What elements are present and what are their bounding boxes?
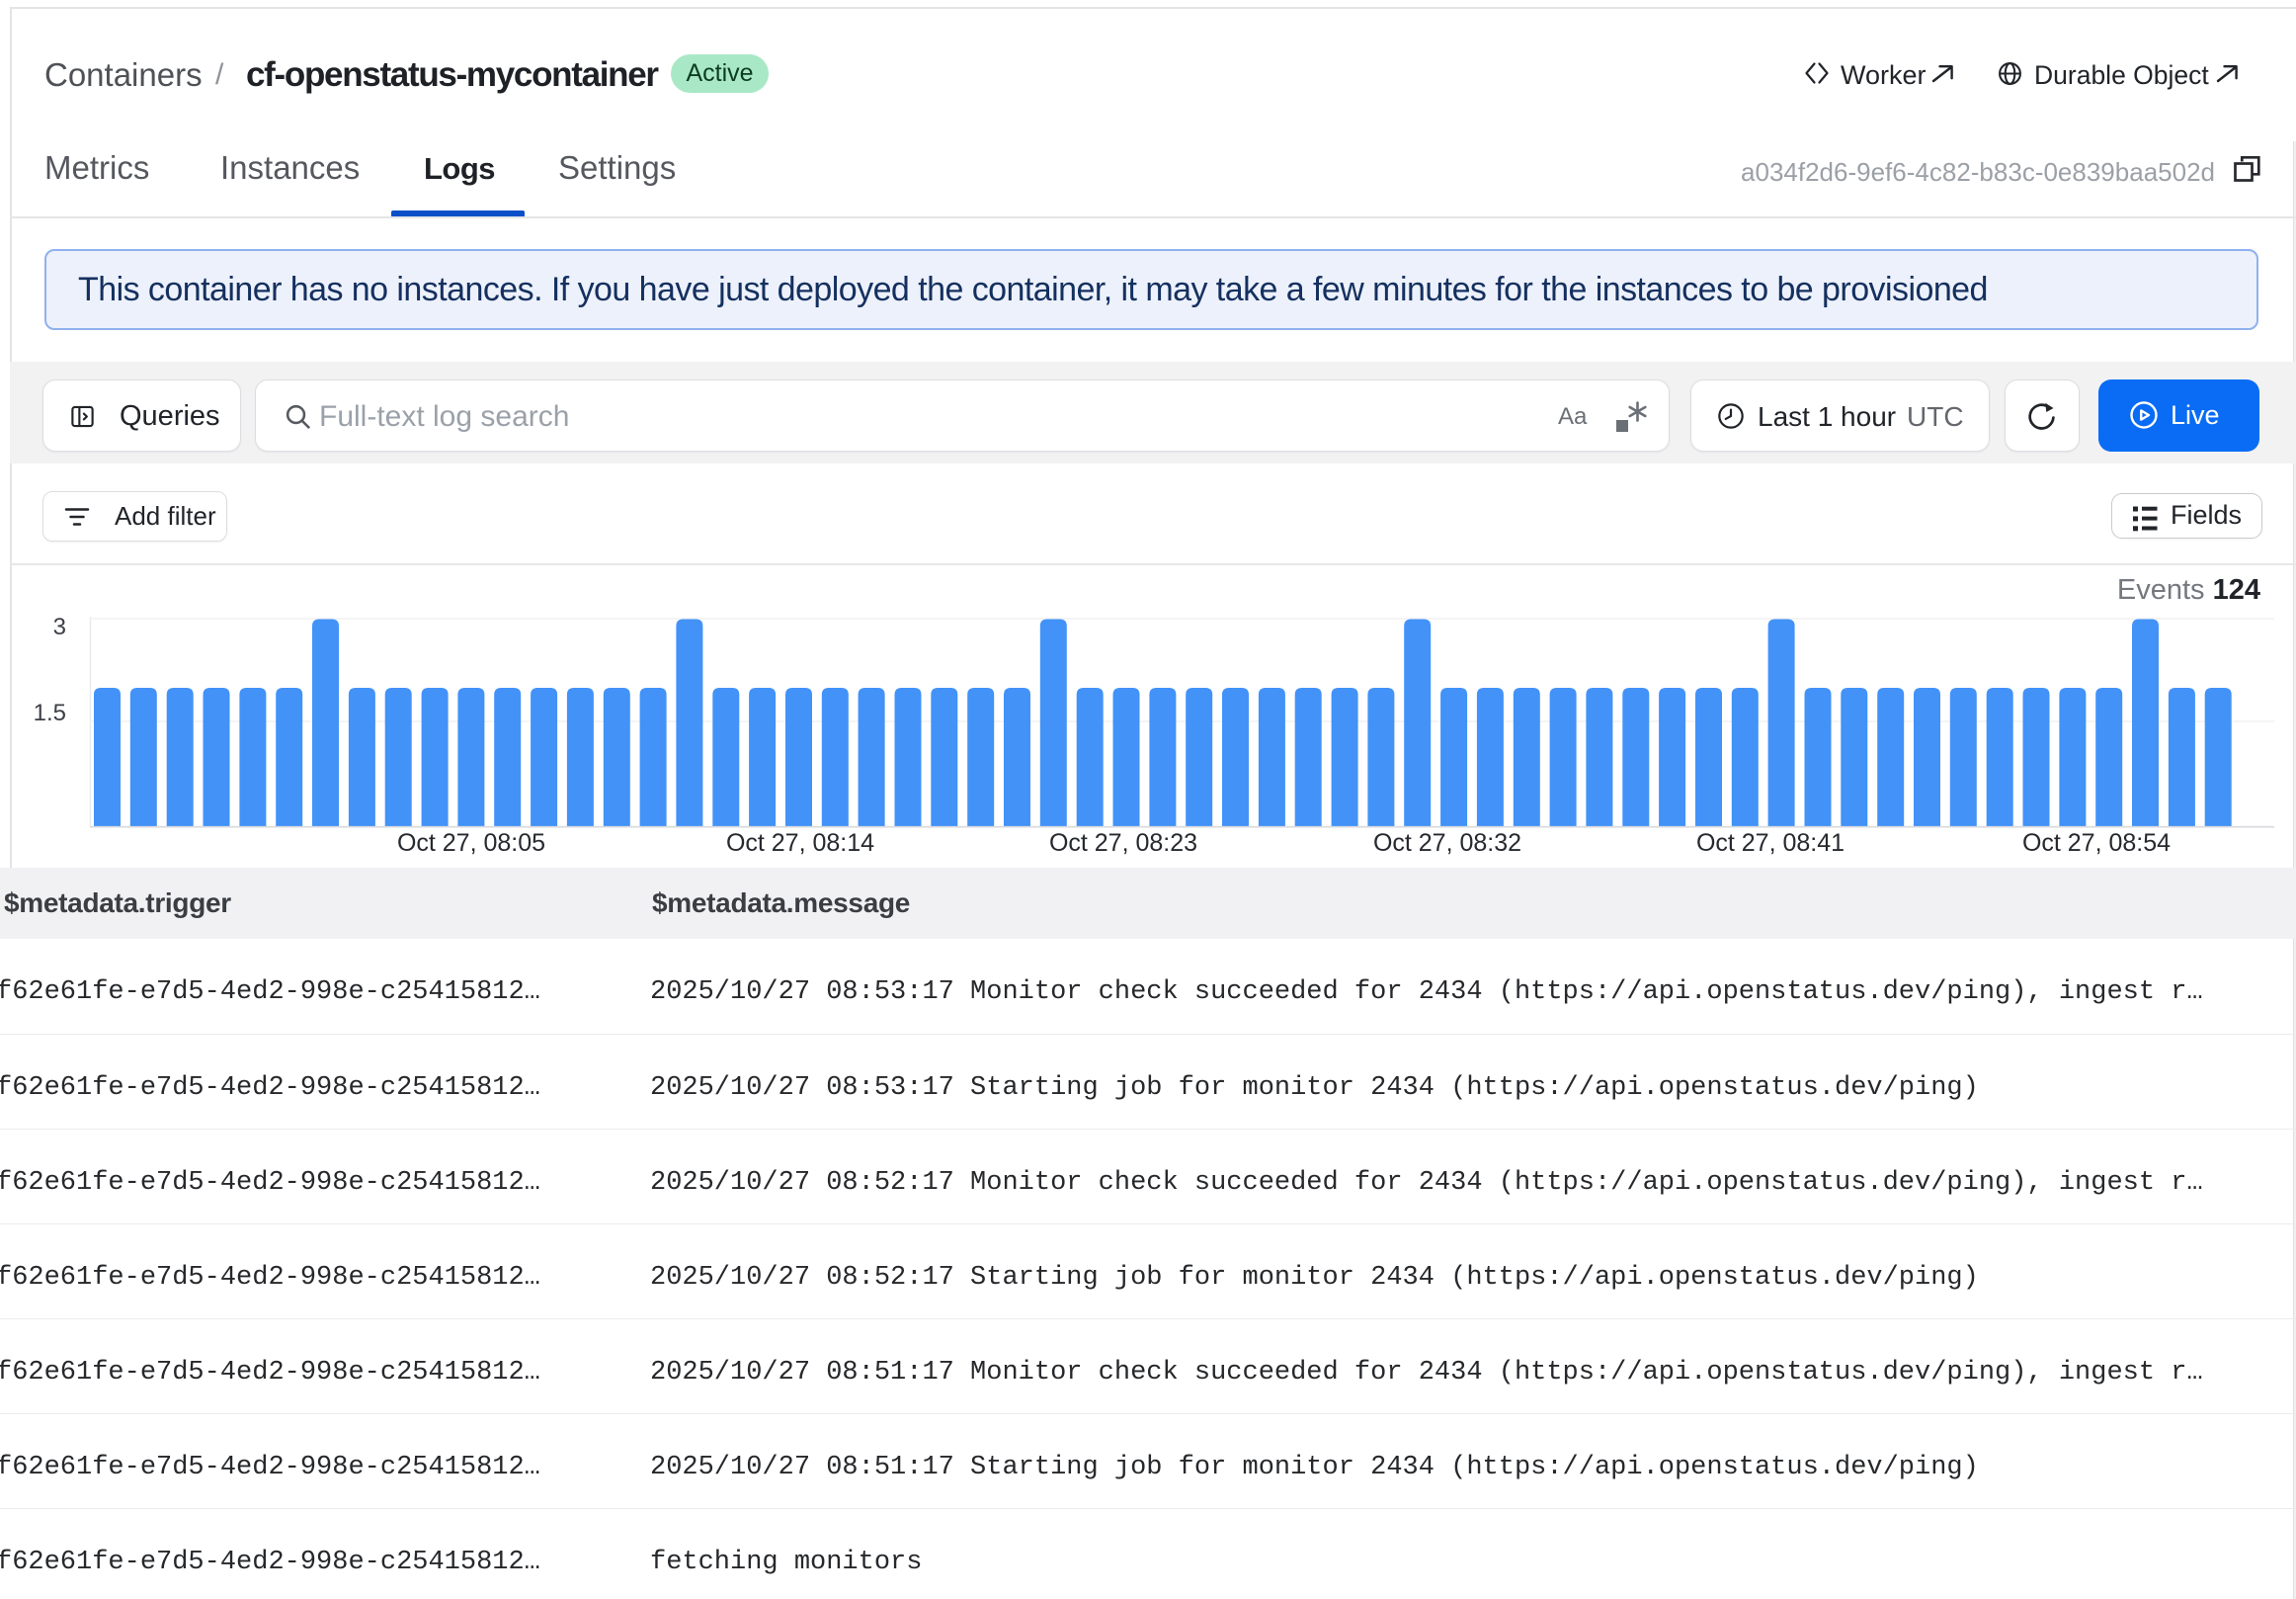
- svg-text:Oct 27, 08:32: Oct 27, 08:32: [1373, 829, 1521, 857]
- svg-text:Oct 27, 08:54: Oct 27, 08:54: [2022, 829, 2171, 857]
- svg-text:Oct 27, 08:14: Oct 27, 08:14: [726, 829, 874, 857]
- svg-text:Oct 27, 08:41: Oct 27, 08:41: [1696, 829, 1845, 857]
- svg-text:1.5: 1.5: [34, 700, 66, 726]
- svg-text:Oct 27, 08:23: Oct 27, 08:23: [1049, 829, 1197, 857]
- svg-text:3: 3: [53, 614, 66, 640]
- svg-text:Oct 27, 08:05: Oct 27, 08:05: [397, 829, 545, 857]
